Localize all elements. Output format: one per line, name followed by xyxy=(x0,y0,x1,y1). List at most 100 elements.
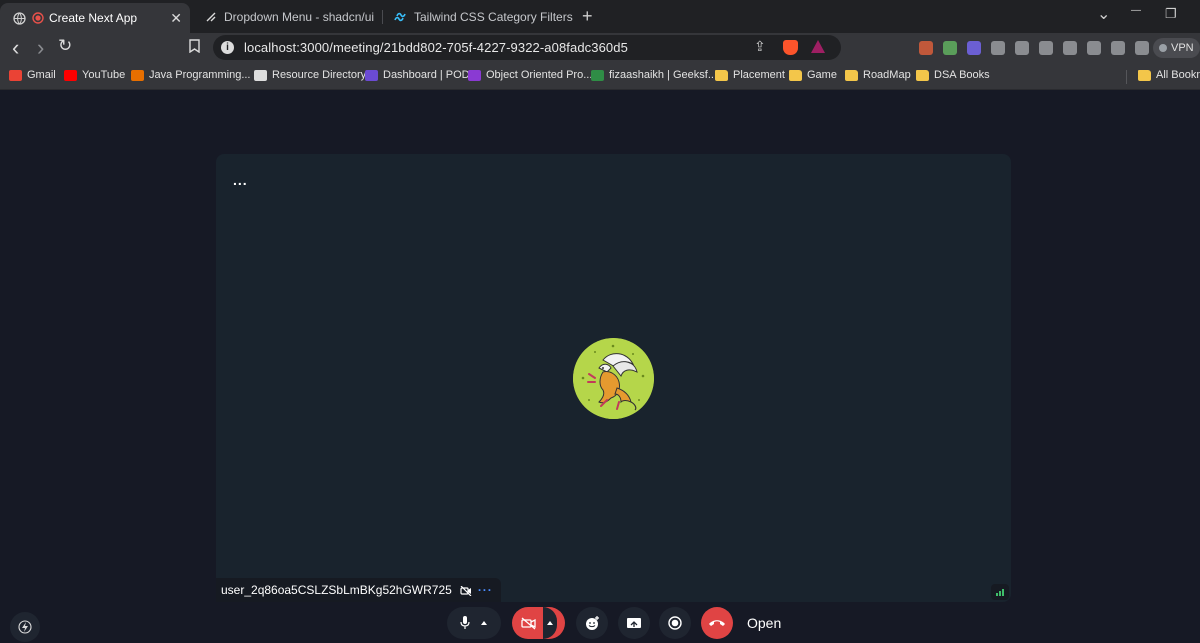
recording-icon xyxy=(32,12,44,24)
call-controls: Open xyxy=(0,607,1200,641)
participant-name-bar: user_2q86oa5CSLZSbLmBKg52hGWR725 ··· xyxy=(216,578,501,602)
camera-icon[interactable] xyxy=(1015,41,1029,55)
sidebar-icon[interactable] xyxy=(1087,41,1101,55)
bookmarks-bar: Gmail YouTube Java Programming... Resour… xyxy=(0,63,1200,90)
notion-icon xyxy=(254,69,267,81)
bookmark-folder-roadmap[interactable]: RoadMap xyxy=(845,69,911,81)
tab-title: Create Next App xyxy=(49,11,138,25)
share-icon[interactable]: ⇪ xyxy=(754,38,766,55)
extension-grid-icon[interactable] xyxy=(967,41,981,55)
brave-rewards-icon[interactable] xyxy=(811,40,825,53)
bookmark-label: All Bookma xyxy=(1156,69,1200,81)
folder-icon xyxy=(845,69,858,81)
forward-icon[interactable]: › xyxy=(37,35,44,61)
tab-title: Tailwind CSS Category Filters - Offic xyxy=(414,9,574,24)
bookmark-oop[interactable]: Object Oriented Pro... xyxy=(468,69,592,81)
tile-menu-button[interactable]: ... xyxy=(233,172,248,188)
bookmark-folder-placement[interactable]: Placement xyxy=(715,69,785,81)
camera-options-button[interactable] xyxy=(542,607,557,639)
back-icon[interactable]: ‹ xyxy=(12,35,19,61)
restore-icon[interactable]: ❐ xyxy=(1165,6,1177,22)
course-icon xyxy=(468,69,481,81)
screen-share-icon xyxy=(627,617,641,628)
folder-icon xyxy=(789,69,802,81)
new-tab-button[interactable]: + xyxy=(582,6,593,27)
hang-up-icon xyxy=(709,620,725,626)
tab-tailwind-filters[interactable]: Tailwind CSS Category Filters - Offic xyxy=(382,4,578,29)
bookmark-gmail[interactable]: Gmail xyxy=(9,69,56,81)
bookmark-youtube[interactable]: YouTube xyxy=(64,69,125,81)
tab-search-icon[interactable]: ⌄ xyxy=(1097,4,1110,24)
participant-name: user_2q86oa5CSLZSbLmBKg52hGWR725 xyxy=(221,583,452,597)
open-button[interactable]: Open xyxy=(747,615,781,631)
bookmark-icon[interactable] xyxy=(189,39,200,58)
bookmark-label: Object Oriented Pro... xyxy=(486,69,593,81)
bookmark-java[interactable]: Java Programming... xyxy=(131,69,250,81)
microphone-control[interactable] xyxy=(447,607,501,639)
record-button[interactable] xyxy=(659,607,691,639)
media-icon[interactable] xyxy=(991,41,1005,55)
bookmark-resource-directory[interactable]: Resource Directory xyxy=(254,69,366,81)
bookmark-separator xyxy=(1126,70,1127,84)
smiley-plus-icon xyxy=(586,616,599,630)
tab-title: Dropdown Menu - shadcn/ui xyxy=(224,9,375,24)
bookmark-label: fizaashaikh | Geeksf... xyxy=(609,69,718,81)
caret-up-icon xyxy=(546,621,553,625)
reload-icon[interactable]: ↻ xyxy=(58,36,72,56)
folder-icon xyxy=(715,69,728,81)
bookmark-label: DSA Books xyxy=(934,69,990,81)
bookmark-label: Placement xyxy=(733,69,785,81)
youtube-icon xyxy=(64,69,77,81)
participant-avatar xyxy=(573,338,654,419)
close-icon[interactable]: ✕ xyxy=(170,10,182,27)
connection-quality-icon xyxy=(991,584,1009,600)
participant-video-tile: ... user_2q86oa5CSLZSbLmBKg52hGWR725 ··· xyxy=(216,154,1011,602)
minimize-icon[interactable]: — xyxy=(1131,5,1141,16)
record-icon xyxy=(668,616,682,630)
extension-lx-icon[interactable] xyxy=(919,41,933,55)
pod-icon xyxy=(365,69,378,81)
browser-toolbar: ‹ › ↻ i localhost:3000/meeting/21bdd802-… xyxy=(0,33,1200,63)
camera-control[interactable] xyxy=(512,607,565,639)
leo-icon[interactable] xyxy=(1135,41,1149,55)
globe-icon xyxy=(12,11,26,25)
vpn-status-icon xyxy=(1159,44,1167,52)
wallet-icon[interactable] xyxy=(1111,41,1125,55)
tailwind-icon xyxy=(394,10,408,24)
video-off-icon xyxy=(520,617,536,629)
bookmark-folder-dsa-books[interactable]: DSA Books xyxy=(916,69,990,81)
meeting-page: ... user_2q86oa5CSLZSbLmBKg52hGWR725 ···… xyxy=(0,91,1200,643)
bookmark-label: Resource Directory xyxy=(272,69,367,81)
note-icon[interactable] xyxy=(1039,41,1053,55)
bookmark-label: YouTube xyxy=(82,69,126,81)
bookmark-dashboard[interactable]: Dashboard | POD xyxy=(365,69,470,81)
microphone-icon xyxy=(460,616,470,629)
java-icon xyxy=(131,69,144,81)
puzzle-icon[interactable] xyxy=(1063,41,1077,55)
site-info-icon[interactable]: i xyxy=(221,41,234,54)
participant-options-button[interactable]: ··· xyxy=(478,583,493,597)
address-bar[interactable]: i localhost:3000/meeting/21bdd802-705f-4… xyxy=(213,35,841,60)
gmail-icon xyxy=(9,69,22,81)
tab-dropdown-menu[interactable]: Dropdown Menu - shadcn/ui xyxy=(192,4,382,29)
address-input[interactable]: localhost:3000/meeting/21bdd802-705f-422… xyxy=(244,40,628,55)
caret-up-icon[interactable] xyxy=(480,620,488,626)
leave-call-button[interactable] xyxy=(701,607,733,639)
bookmark-label: Dashboard | POD xyxy=(383,69,470,81)
vpn-label: VPN xyxy=(1171,42,1194,54)
screen-share-button[interactable] xyxy=(618,607,650,639)
brave-shields-icon[interactable] xyxy=(783,40,798,55)
tab-create-next-app[interactable]: Create Next App ✕ xyxy=(0,3,190,33)
reaction-button[interactable] xyxy=(576,607,608,639)
folder-icon xyxy=(1138,69,1151,81)
bookmark-geeksforgeeks[interactable]: fizaashaikh | Geeksf... xyxy=(591,69,717,81)
extension-robot-icon[interactable] xyxy=(943,41,957,55)
bookmark-folder-game[interactable]: Game xyxy=(789,69,837,81)
all-bookmarks-button[interactable]: All Bookma xyxy=(1138,69,1200,81)
bookmark-label: Game xyxy=(807,69,837,81)
vpn-button[interactable]: VPN xyxy=(1153,38,1200,58)
video-off-icon xyxy=(460,585,472,597)
shadcn-icon xyxy=(204,10,218,24)
griffin-avatar-icon xyxy=(573,338,654,419)
folder-icon xyxy=(916,69,929,81)
